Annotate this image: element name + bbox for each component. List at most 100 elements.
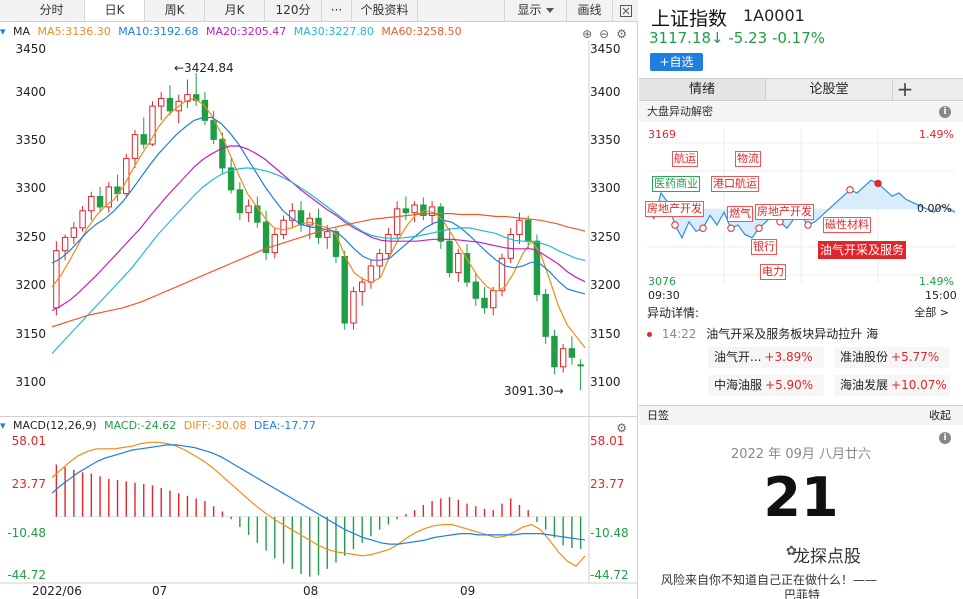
macd-tick-right: -44.72 (590, 568, 629, 582)
candle-body (61, 236, 69, 252)
mini-mid-pct: 0.00% (917, 202, 952, 215)
price-tick-right: 3450 (590, 42, 621, 56)
sector-tag[interactable]: 航运 (672, 151, 698, 167)
index-name: 上证指数 (651, 8, 728, 30)
side-tabs: 情绪 论股堂 + (639, 78, 963, 101)
ma60-value: MA60:3258.50 (381, 25, 462, 38)
macd-label: MACD(12,26,9) (13, 419, 97, 432)
stock-chip[interactable]: 油气开... +3.89% (708, 347, 824, 368)
price-tick-left: 3100 (15, 375, 46, 389)
sector-tag[interactable]: 港口航运 (711, 176, 759, 192)
price-tick-right: 3100 (590, 375, 621, 389)
sector-tag[interactable]: 物流 (735, 151, 761, 167)
tab-forum[interactable]: 论股堂 (766, 79, 893, 100)
draw-line-button[interactable]: 画线 (566, 0, 612, 21)
event-marker (699, 224, 707, 232)
add-icon[interactable]: ⊕ (582, 27, 595, 41)
event-marker (727, 224, 735, 232)
tab-sentiment[interactable]: 情绪 (639, 79, 766, 100)
macd-tick-right: 58.01 (590, 434, 625, 448)
candle-body (577, 364, 584, 367)
price-tick-right: 3400 (590, 85, 621, 99)
candle-body (551, 335, 558, 368)
mini-end-time: 15:00 (925, 289, 957, 302)
candle-body (70, 227, 78, 238)
ma-label: MA (13, 25, 31, 38)
candle-body (411, 204, 418, 214)
sector-tag[interactable]: 电力 (760, 264, 786, 280)
display-label: 显示 (517, 3, 542, 17)
ma10-value: MA10:3192.68 (118, 25, 199, 38)
candle-body (350, 291, 357, 324)
add-watchlist-button[interactable]: +自选 (650, 53, 703, 71)
price-tick-right: 3350 (590, 133, 621, 147)
section-market-anomaly-title: 大盘异动解密 i (639, 102, 963, 122)
price-tick-right: 3250 (590, 230, 621, 244)
add-tab-icon[interactable]: + (893, 79, 917, 100)
candle-body (472, 281, 479, 299)
index-side-panel: 上证指数 1A0001 3117.18↓ -5.23 -0.17% +自选 情绪… (639, 0, 963, 599)
ma-legend-collapse-icon[interactable]: ▾ (0, 25, 6, 38)
detail-item[interactable]: 14:22 油气开采及服务板块异动拉升 海 (647, 325, 959, 342)
candle-body (245, 205, 252, 214)
minus-icon[interactable]: ⊖ (599, 27, 612, 41)
chevron-down-icon (545, 8, 554, 13)
high-annotation: ←3424.84 (174, 61, 234, 75)
date-tick: 07 (152, 584, 168, 598)
more-periods-button[interactable]: ··· (322, 0, 352, 21)
candle-body (96, 195, 104, 208)
sector-tag[interactable]: 燃气 (727, 206, 753, 222)
kline-chart-svg (0, 40, 638, 584)
red-dot-icon (647, 332, 652, 337)
tab-weekly-k[interactable]: 周K (145, 0, 205, 21)
macd-tick-left: -10.48 (7, 526, 46, 540)
sector-tag[interactable]: 磁性材料 (823, 217, 871, 233)
candle-body (542, 293, 549, 337)
display-dropdown[interactable]: 显示 (504, 0, 566, 21)
tab-stock-info[interactable]: 个股资料 (352, 0, 418, 21)
stock-chip[interactable]: 海油发展 +10.07% (834, 375, 950, 396)
candle-body (219, 138, 226, 169)
info-icon[interactable]: i (939, 106, 951, 118)
sector-tag[interactable]: 银行 (751, 239, 777, 255)
gear-icon[interactable]: ⚙ (616, 421, 630, 435)
candle-body (140, 134, 147, 145)
sector-tag-highlighted[interactable]: 油气开采及服务 (818, 241, 907, 259)
detail-text: 油气开采及服务板块异动拉升 海 (706, 327, 879, 341)
stock-name: 准油股份 (840, 350, 889, 364)
candle-body (437, 206, 445, 242)
candle-body (166, 97, 174, 112)
tab-daily-k[interactable]: 日K (85, 0, 145, 21)
date-tick: 2022/06 (32, 584, 82, 598)
calendar-collapse-button[interactable]: 收起 (929, 406, 951, 426)
sector-tag[interactable]: 房地产开发 (645, 201, 704, 217)
candle-body (516, 219, 523, 236)
tab-intraday[interactable]: 分时 (19, 0, 85, 21)
tab-monthly-k[interactable]: 月K (205, 0, 265, 21)
tab-120min[interactable]: 120分 (265, 0, 322, 21)
gear-icon[interactable]: ⚙ (616, 27, 630, 41)
candle-body (385, 234, 392, 255)
macd-collapse-icon[interactable]: ▾ (0, 419, 6, 432)
stock-chip[interactable]: 中海油服 +5.90% (708, 375, 824, 396)
ma20-value: MA20:3205.47 (205, 25, 287, 38)
macd-tick-right: 23.77 (590, 477, 625, 491)
candle-body (158, 97, 165, 107)
ma-legend-controls: ⊕ ⊖ ⚙ (582, 25, 634, 43)
close-panel-button[interactable] (612, 0, 638, 21)
stock-name: 海油发展 (840, 378, 889, 392)
price-tick-left: 3450 (15, 42, 46, 56)
diff-value: DIFF:-30.08 (183, 419, 247, 432)
calendar-date: 2022 年 09月 八月廿六 (730, 447, 872, 462)
detail-all-link[interactable]: 全部 > (914, 304, 949, 320)
sector-tag[interactable]: 医药商业 (652, 176, 700, 192)
event-marker (804, 221, 812, 229)
event-marker (755, 224, 763, 232)
calendar-title: 日签 (647, 409, 669, 422)
candle-body (490, 290, 497, 309)
macd-tick-left: -44.72 (7, 568, 46, 582)
macd-legend: ▾ MACD(12,26,9) MACD:-24.62 DIFF:-30.08 … (0, 416, 638, 435)
stock-chip[interactable]: 准油股份 +5.77% (834, 347, 950, 368)
sector-tag[interactable]: 房地产开发 (755, 204, 814, 220)
ma5-value: MA5:3136.30 (37, 25, 111, 38)
